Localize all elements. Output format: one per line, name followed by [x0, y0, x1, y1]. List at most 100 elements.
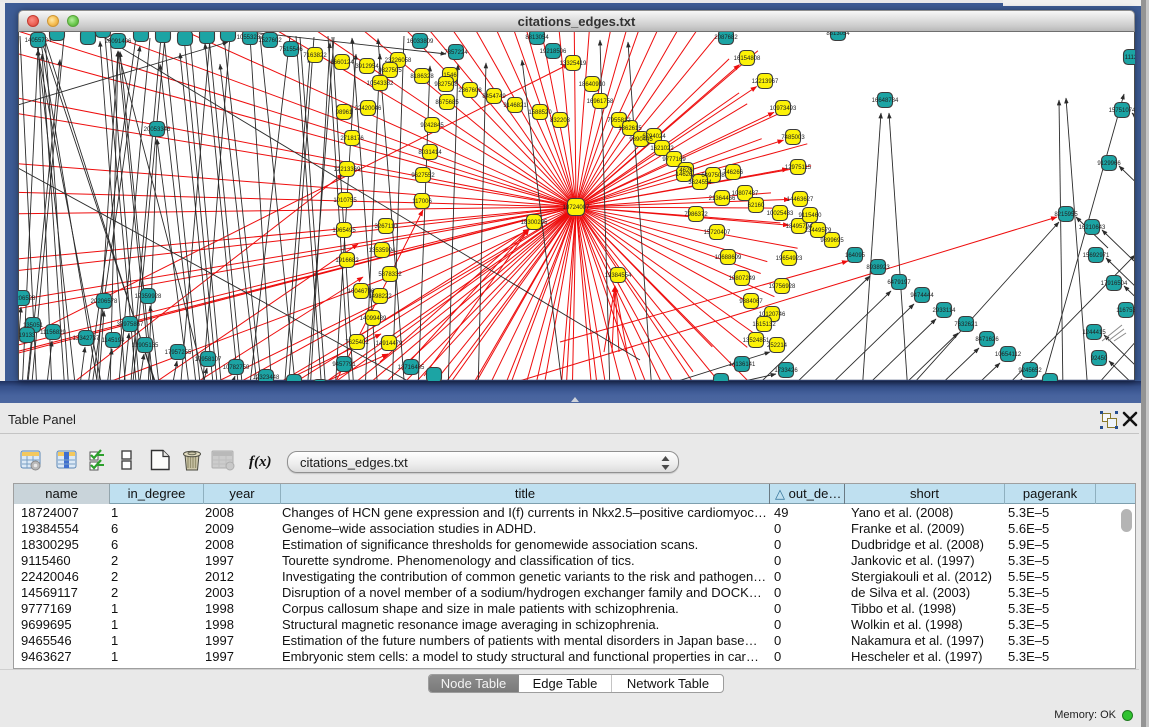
svg-text:1546: 1546: [443, 73, 457, 79]
svg-text:1916682: 1916682: [335, 258, 359, 264]
svg-text:9457791: 9457791: [332, 362, 356, 368]
svg-text:10654112: 10654112: [995, 352, 1022, 358]
svg-text:9384067: 9384067: [739, 299, 763, 305]
svg-text:18300295: 18300295: [521, 220, 548, 226]
svg-text:17359928: 17359928: [135, 294, 162, 300]
svg-text:11156829: 11156829: [40, 330, 66, 336]
svg-text:1498222: 1498222: [368, 294, 392, 300]
svg-text:2718176: 2718176: [340, 136, 364, 142]
svg-text:1615132: 1615132: [752, 322, 776, 328]
svg-text:14136141: 14136141: [729, 362, 756, 368]
svg-text:7986372: 7986372: [684, 212, 708, 218]
svg-text:1965495: 1965495: [332, 228, 356, 234]
svg-text:8813054: 8813054: [826, 32, 850, 37]
svg-text:12342737: 12342737: [73, 336, 100, 342]
svg-text:9899695: 9899695: [820, 238, 844, 244]
svg-text:19756928: 19756928: [769, 284, 796, 290]
svg-text:16154808: 16154808: [734, 56, 761, 62]
svg-text:9327508: 9327508: [434, 82, 458, 88]
svg-text:9245652: 9245652: [1018, 368, 1042, 374]
svg-text:9146821: 9146821: [503, 103, 527, 109]
svg-text:2087682: 2087682: [714, 35, 738, 41]
svg-text:9777169: 9777169: [662, 157, 686, 163]
svg-text:135051: 135051: [23, 323, 44, 329]
svg-text:1588520: 1588520: [528, 110, 552, 116]
svg-text:13716485: 13716485: [398, 365, 425, 371]
svg-text:16210643: 16210643: [1079, 225, 1106, 231]
svg-text:1145194: 1145194: [102, 338, 126, 344]
svg-text:16648784: 16648784: [872, 98, 899, 104]
svg-text:5878332: 5878332: [378, 272, 402, 278]
svg-text:23226058: 23226058: [385, 58, 412, 64]
svg-text:1010755: 1010755: [333, 198, 357, 204]
svg-text:3912954: 3912954: [355, 64, 379, 70]
svg-text:12905135: 12905135: [132, 343, 159, 349]
svg-text:16961758: 16961758: [587, 99, 614, 105]
svg-text:8215955: 8215955: [1054, 212, 1078, 218]
svg-text:10543382: 10543382: [367, 81, 394, 87]
svg-text:8186328: 8186328: [410, 74, 434, 80]
svg-text:9327505: 9327505: [378, 68, 402, 74]
svg-text:746266: 746266: [723, 170, 744, 176]
svg-text:13535994: 13535994: [369, 248, 396, 254]
svg-text:14914479: 14914479: [376, 341, 403, 347]
svg-text:20206578: 20206578: [91, 299, 118, 305]
svg-text:8938923: 8938923: [866, 265, 890, 271]
svg-text:92450: 92450: [1091, 356, 1108, 362]
svg-text:7515546: 7515546: [279, 47, 303, 53]
svg-text:7485003: 7485003: [781, 135, 805, 141]
svg-text:116753: 116753: [1116, 308, 1135, 314]
svg-text:26206528: 26206528: [18, 296, 36, 302]
svg-text:13524851: 13524851: [743, 338, 770, 344]
svg-text:7163822: 7163822: [303, 53, 327, 59]
svg-text:3624554: 3624554: [688, 180, 712, 186]
svg-text:9474444: 9474444: [910, 293, 934, 299]
svg-text:9129966: 9129966: [1097, 161, 1121, 167]
svg-text:19133: 19133: [19, 333, 36, 339]
svg-text:23449579: 23449579: [805, 228, 832, 234]
svg-text:2933114: 2933114: [933, 308, 957, 314]
svg-text:2367608: 2367608: [458, 88, 482, 94]
svg-text:17957255: 17957255: [165, 350, 192, 356]
svg-text:7632621: 7632621: [954, 322, 978, 328]
svg-text:18724007: 18724007: [563, 205, 590, 211]
svg-text:14463627: 14463627: [787, 197, 814, 203]
svg-text:10807487: 10807487: [732, 191, 759, 197]
svg-text:f(x): f(x): [249, 454, 272, 470]
svg-text:8660124: 8660124: [330, 60, 354, 66]
svg-text:12213967: 12213967: [752, 79, 779, 85]
svg-text:8454749: 8454749: [482, 94, 506, 100]
svg-text:10688609: 10688609: [715, 255, 742, 261]
svg-text:12323448: 12323448: [253, 375, 280, 381]
svg-text:15720407: 15720407: [704, 230, 731, 236]
svg-text:98961: 98961: [336, 110, 353, 116]
svg-text:12975115: 12975115: [785, 165, 812, 171]
svg-text:832203: 832203: [550, 118, 571, 124]
svg-text:1733426: 1733426: [774, 368, 798, 374]
svg-text:10782759: 10782759: [223, 365, 250, 371]
svg-text:17916504: 17916504: [1101, 281, 1128, 287]
svg-text:1621022: 1621022: [650, 146, 674, 152]
svg-text:3267110: 3267110: [375, 224, 399, 230]
svg-text:20053346: 20053346: [144, 127, 171, 133]
svg-text:164095: 164095: [845, 253, 866, 259]
svg-text:117006: 117006: [412, 199, 432, 205]
svg-text:9242845: 9242845: [420, 123, 444, 129]
svg-text:1112: 1112: [1125, 55, 1135, 61]
svg-text:6794024: 6794024: [642, 134, 666, 140]
svg-text:13325419: 13325419: [560, 61, 587, 67]
svg-text:252214: 252214: [767, 343, 788, 349]
svg-text:18807249: 18807249: [729, 276, 756, 282]
svg-text:10120746: 10120746: [759, 312, 786, 318]
svg-text:1244415: 1244415: [1082, 330, 1106, 336]
svg-text:6497508: 6497508: [701, 173, 725, 179]
svg-text:15751074: 15751074: [1109, 108, 1135, 114]
svg-text:21364456: 21364456: [709, 196, 736, 202]
svg-text:6479197: 6479197: [887, 280, 911, 286]
svg-text:18640910: 18640910: [579, 82, 606, 88]
svg-text:33975867: 33975867: [117, 322, 144, 328]
svg-text:10973493: 10973493: [770, 106, 797, 112]
svg-text:15692971: 15692971: [1083, 253, 1110, 259]
svg-text:8813054: 8813054: [525, 35, 549, 41]
svg-text:8031414: 8031414: [418, 150, 442, 156]
